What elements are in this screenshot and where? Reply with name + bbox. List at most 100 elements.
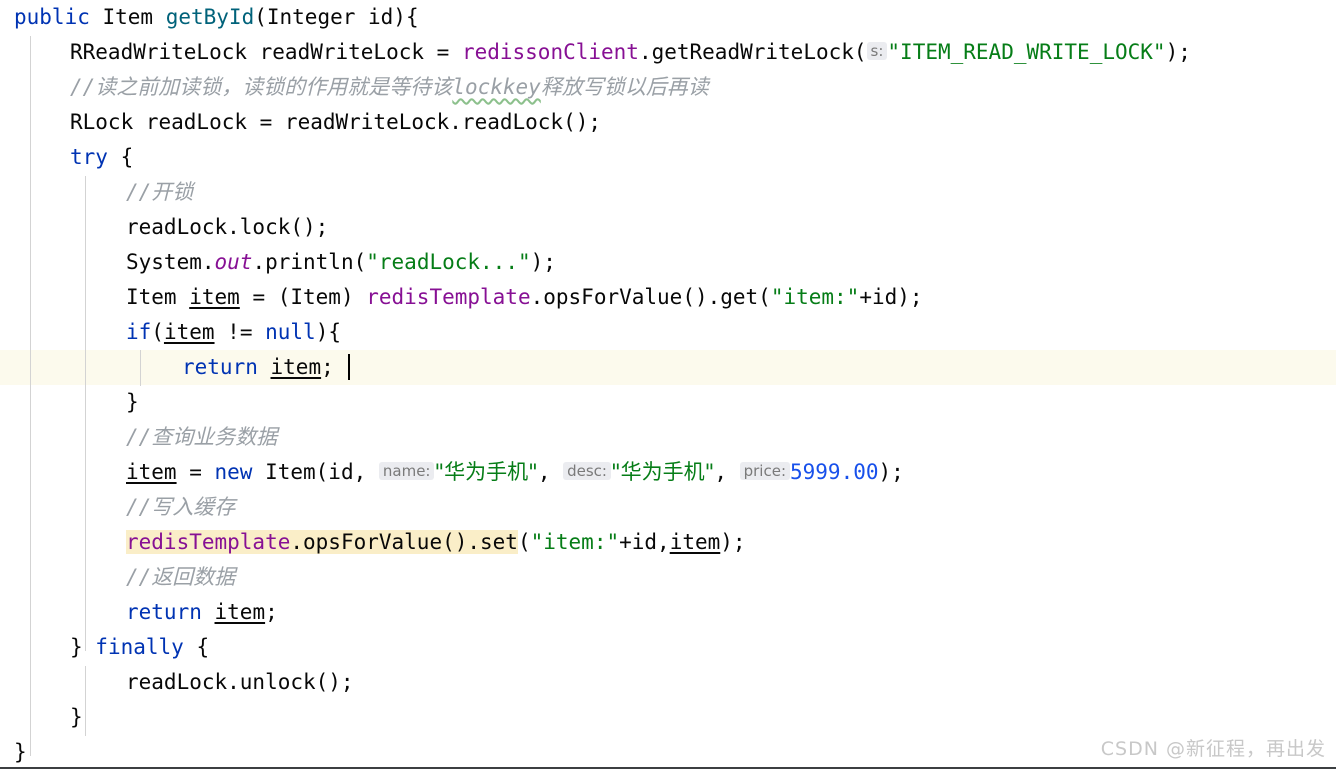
code-line-6: //开锁 (0, 175, 1336, 210)
keyword-new: new (214, 460, 253, 484)
system-prefix: System. (126, 250, 215, 274)
method-name-getbyid: getById (165, 5, 255, 29)
if-open-paren: ( (151, 320, 164, 344)
code-line-9: Item item = (Item) redisTemplate.opsForV… (0, 280, 1336, 315)
comment-typo-lockkey: lockkey (452, 75, 541, 99)
keyword-public: public (14, 5, 90, 29)
line-9-tail: +id); (859, 285, 923, 309)
method-params: (Integer id){ (254, 5, 419, 29)
line-8-tail: ); (530, 250, 556, 274)
finally-brace: { (183, 635, 210, 659)
code-line-19: } finally { (0, 630, 1336, 665)
string-product-name: "华为手机" (434, 460, 538, 484)
cast-item: = (Item) (239, 285, 367, 309)
println-call: .println( (252, 250, 367, 274)
line-2-tail: ); (1165, 40, 1191, 64)
code-line-15: //写入缓存 (0, 490, 1336, 525)
comment-text-write-cache: 写入缓存 (151, 495, 236, 519)
call-getreadwritelock: .getReadWriteLock( (638, 40, 867, 64)
field-redistemplate: redisTemplate (366, 285, 531, 309)
type-item: Item (89, 5, 166, 29)
concat-id: +id, (619, 530, 670, 554)
code-line-3: //读之前加读锁，读锁的作用就是等待该lockkey释放写锁以后再读 (0, 70, 1336, 105)
constructor-item: Item(id, (252, 460, 379, 484)
comment-text-query-business-data: 查询业务数据 (151, 425, 278, 449)
string-lock-name: "ITEM_READ_WRITE_LOCK" (887, 40, 1166, 64)
keyword-return: return (126, 600, 202, 624)
statement-readlock-lock: readLock.lock(); (126, 215, 329, 239)
static-field-out: out (214, 250, 253, 274)
comment-slashes: // (126, 180, 152, 204)
keyword-if: if (126, 320, 152, 344)
code-line-13: //查询业务数据 (0, 420, 1336, 455)
code-line-20: readLock.unlock(); (0, 665, 1336, 700)
param-hint-price[interactable]: price: (739, 462, 790, 480)
code-line-16: redisTemplate.opsForValue().set("item:"+… (0, 525, 1336, 560)
close-brace-method: } (14, 740, 27, 764)
close-brace-if: } (126, 390, 139, 414)
field-redistemplate-highlighted: redisTemplate (126, 530, 291, 554)
code-line-7: readLock.lock(); (0, 210, 1336, 245)
string-product-desc: "华为手机" (610, 460, 715, 484)
set-open-paren: ( (517, 530, 531, 554)
code-line-18: return item; (0, 595, 1336, 630)
code-line-14: item = new Item(id, name: "华为手机", desc: "华… (0, 455, 1336, 490)
code-line-11: return item; (0, 350, 1336, 385)
item-declaration-prefix: Item (126, 285, 190, 309)
keyword-finally: finally (95, 635, 184, 659)
code-line-17: //返回数据 (0, 560, 1336, 595)
code-line-2: RReadWriteLock readWriteLock = redissonC… (0, 35, 1336, 70)
keyword-null: null (265, 320, 316, 344)
call-opsforvalue-get: .opsForValue().get( (530, 285, 771, 309)
comment-slashes: // (126, 495, 152, 519)
code-line-8: System.out.println("readLock..."); (0, 245, 1336, 280)
string-readlock-msg: "readLock..." (366, 250, 531, 274)
keyword-return: return (182, 355, 258, 379)
close-brace-finally: } (70, 705, 83, 729)
comma: , (714, 460, 740, 484)
comment-text-read-lock-pre: 读之前加读锁，读锁的作用就是等待该 (95, 75, 453, 99)
declaration-rlock: RLock readLock = readWriteLock.readLock(… (70, 110, 602, 134)
text-caret (348, 354, 350, 380)
local-var-item: item (214, 600, 266, 624)
comma: , (537, 460, 564, 484)
not-equal-operator: != (214, 320, 266, 344)
comment-slashes: // (126, 565, 152, 589)
keyword-try: try (70, 145, 108, 169)
code-editor[interactable]: public Item getById(Integer id){ RReadWr… (0, 0, 1336, 769)
call-opsforvalue-set-highlighted: .opsForValue().set (290, 530, 518, 554)
comment-text-read-lock-post: 释放写锁以后再读 (540, 75, 709, 99)
line-16-tail: ); (720, 530, 746, 554)
comment-text-open-lock: 开锁 (151, 180, 194, 204)
line-14-tail: ); (878, 460, 904, 484)
code-line-10: if(item != null){ (0, 315, 1336, 350)
local-var-item: item (126, 460, 177, 484)
local-var-item: item (669, 530, 721, 554)
declaration-readwritelock: RReadWriteLock readWriteLock = (70, 40, 462, 64)
code-line-5: try { (0, 140, 1336, 175)
param-hint-desc[interactable]: desc: (563, 462, 611, 480)
string-item-key: "item:" (770, 285, 860, 309)
line-10-tail: ){ (315, 320, 341, 344)
code-line-1: public Item getById(Integer id){ (0, 0, 1336, 35)
local-var-item: item (189, 285, 240, 309)
param-hint-s[interactable]: s: (866, 42, 888, 60)
comment-slashes: // (70, 75, 96, 99)
comment-text-return-data: 返回数据 (151, 565, 236, 589)
csdn-watermark: CSDN @新征程，再出发 (1100, 738, 1326, 760)
code-line-4: RLock readLock = readWriteLock.readLock(… (0, 105, 1336, 140)
local-var-item: item (270, 355, 322, 379)
close-brace-try: } (70, 635, 96, 659)
try-brace: { (107, 145, 134, 169)
statement-readlock-unlock: readLock.unlock(); (126, 670, 354, 694)
param-hint-name[interactable]: name: (378, 462, 435, 480)
string-item-key: "item:" (530, 530, 620, 554)
semicolon: ; (265, 600, 278, 624)
semicolon: ; (321, 355, 334, 379)
assign-operator: = (176, 460, 215, 484)
local-var-item: item (163, 320, 215, 344)
number-price: 5999.00 (790, 460, 879, 484)
comment-slashes: // (126, 425, 152, 449)
